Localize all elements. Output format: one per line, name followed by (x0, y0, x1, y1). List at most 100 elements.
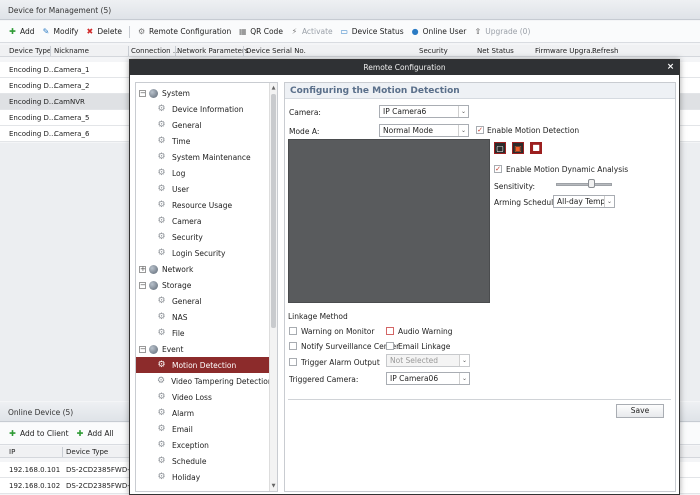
tree-item-email[interactable]: ⚙ Email (136, 421, 270, 437)
save-button[interactable]: Save (616, 404, 664, 418)
activate-icon: ⚡ (291, 27, 298, 36)
triggered-camera-select[interactable]: IP Camera06 ⌄ (386, 372, 470, 385)
tree-item-device-information[interactable]: ⚙ Device Information (136, 101, 270, 117)
gear-icon: ⚙ (157, 423, 166, 434)
column-ip[interactable]: IP (9, 448, 15, 456)
alarm-output-value: Not Selected (390, 356, 439, 365)
collapse-icon[interactable]: − (139, 89, 146, 97)
add-to-client-button[interactable]: ✚ Add to Client (8, 429, 68, 438)
tree-category-storage[interactable]: − Storage (136, 277, 270, 293)
collapse-icon[interactable]: − (139, 281, 146, 289)
tree-item-user[interactable]: ⚙ User (136, 181, 270, 197)
tree-item-general[interactable]: ⚙ General (136, 117, 270, 133)
delete-button[interactable]: ✖ Delete (85, 27, 123, 36)
column-network-parameters[interactable]: Network Parameters (177, 47, 249, 55)
enable-dynamic-analysis-checkbox[interactable]: ✓ (494, 165, 502, 173)
draw-area-icon[interactable]: ▢ (494, 142, 506, 154)
upgrade-button[interactable]: ⇧ Upgrade (0) (473, 27, 530, 36)
collapse-icon[interactable]: − (139, 345, 146, 353)
mode-label: Mode A: (289, 127, 320, 136)
activate-button[interactable]: ⚡ Activate (290, 27, 333, 36)
close-icon[interactable]: × (665, 62, 676, 73)
mode-select[interactable]: Normal Mode ⌄ (379, 124, 469, 137)
remote-configuration-button[interactable]: ⚙ Remote Configuration (137, 27, 231, 36)
expand-icon[interactable]: + (139, 265, 146, 273)
scrollbar-thumb[interactable] (271, 94, 276, 328)
column-divider (175, 46, 176, 56)
tree-item-video-loss[interactable]: ⚙ Video Loss (136, 389, 270, 405)
triggered-camera-label: Triggered Camera: (289, 375, 359, 384)
column-firmware-upgrade[interactable]: Firmware Upgra... (535, 47, 597, 55)
tree-item-exception[interactable]: ⚙ Exception (136, 437, 270, 453)
device-status-button[interactable]: ▭ Device Status (340, 27, 403, 36)
add-all-button[interactable]: ✚ Add All (76, 429, 114, 438)
gear-icon: ⚙ (157, 247, 166, 258)
trigger-alarm-output-checkbox[interactable] (289, 358, 297, 366)
sensitivity-slider-thumb[interactable] (587, 179, 595, 188)
tree-item-time[interactable]: ⚙ Time (136, 133, 270, 149)
column-refresh[interactable]: Refresh (592, 47, 618, 55)
qr-code-button[interactable]: ▦ QR Code (238, 27, 283, 36)
scroll-up-icon[interactable]: ▲ (270, 84, 277, 92)
tree-scrollbar[interactable]: ▲ ▼ (269, 83, 277, 491)
tree-item-schedule[interactable]: ⚙ Schedule (136, 453, 270, 469)
tree-node-label: Device Information (172, 104, 244, 114)
email-linkage-checkbox[interactable] (386, 342, 394, 350)
sensitivity-slider[interactable] (556, 183, 612, 186)
online-user-button[interactable]: ● Online User (411, 27, 467, 36)
camera-select[interactable]: IP Camera6 ⌄ (379, 105, 469, 118)
tree-item-system-maintenance[interactable]: ⚙ System Maintenance (136, 149, 270, 165)
warning-on-monitor-checkbox[interactable] (289, 327, 297, 335)
motion-detection-panel: Configuring the Motion Detection Camera:… (284, 82, 676, 492)
gear-icon: ⚙ (157, 439, 166, 450)
column-connection[interactable]: Connection ... (131, 47, 180, 55)
arming-schedule-select[interactable]: All-day Temp... ⌄ (553, 195, 615, 208)
cell-nickname: Camera_2 (54, 82, 90, 90)
email-linkage-label: Email Linkage (398, 342, 451, 351)
camera-select-value: IP Camera6 (383, 107, 427, 116)
column-security[interactable]: Security (419, 47, 448, 55)
tree-item-resource-usage[interactable]: ⚙ Resource Usage (136, 197, 270, 213)
tree-item-file[interactable]: ⚙ File (136, 325, 270, 341)
alarm-output-select[interactable]: Not Selected ⌄ (386, 354, 470, 367)
tree-category-system[interactable]: − System (136, 85, 270, 101)
notify-surveillance-center-checkbox[interactable] (289, 342, 297, 350)
tree-node-label: User (172, 184, 190, 194)
tree-item-security[interactable]: ⚙ Security (136, 229, 270, 245)
modify-button[interactable]: ✎ Modify (42, 27, 79, 36)
add-button[interactable]: ✚ Add (8, 27, 34, 36)
cell-nickname: CamNVR (54, 98, 85, 106)
tree-item-alarm[interactable]: ⚙ Alarm (136, 405, 270, 421)
tree-node-label: Storage (162, 280, 192, 290)
column-device-type[interactable]: Device Type (9, 47, 51, 55)
enable-motion-detection-checkbox[interactable]: ✓ (476, 126, 484, 134)
column-divider (128, 46, 129, 56)
linkage-method-title: Linkage Method (288, 312, 348, 321)
column-divider (50, 46, 51, 56)
audio-warning-checkbox[interactable] (386, 327, 394, 335)
video-preview[interactable] (288, 139, 490, 303)
column-net-status[interactable]: Net Status (477, 47, 514, 55)
gear-icon: ⚙ (157, 199, 166, 210)
scroll-down-icon[interactable]: ▼ (270, 482, 277, 490)
gear-icon: ⚙ (157, 391, 166, 402)
tree-item-log[interactable]: ⚙ Log (136, 165, 270, 181)
full-screen-area-icon[interactable]: ■ (530, 142, 542, 154)
tree-item-nas[interactable]: ⚙ NAS (136, 309, 270, 325)
tree-item-camera[interactable]: ⚙ Camera (136, 213, 270, 229)
column-nickname[interactable]: Nickname (54, 47, 89, 55)
tree-item-holiday[interactable]: ⚙ Holiday (136, 469, 270, 485)
tree-item-login-security[interactable]: ⚙ Login Security (136, 245, 270, 261)
cell-nickname: Camera_1 (54, 66, 90, 74)
tree-category-event[interactable]: − Event (136, 341, 270, 357)
column-device-type[interactable]: Device Type (66, 448, 108, 456)
mode-select-value: Normal Mode (383, 126, 433, 135)
gear-icon: ⚙ (157, 455, 166, 466)
tree-category-network[interactable]: + Network (136, 261, 270, 277)
tree-item-motion-detection[interactable]: ⚙ Motion Detection (136, 357, 270, 373)
tree-item-general[interactable]: ⚙ General (136, 293, 270, 309)
gear-icon: ⚙ (157, 231, 166, 242)
column-device-serial[interactable]: Device Serial No. (246, 47, 306, 55)
clear-area-icon[interactable]: ▣ (512, 142, 524, 154)
tree-item-video-tampering-detection[interactable]: ⚙ Video Tampering Detection (136, 373, 273, 389)
